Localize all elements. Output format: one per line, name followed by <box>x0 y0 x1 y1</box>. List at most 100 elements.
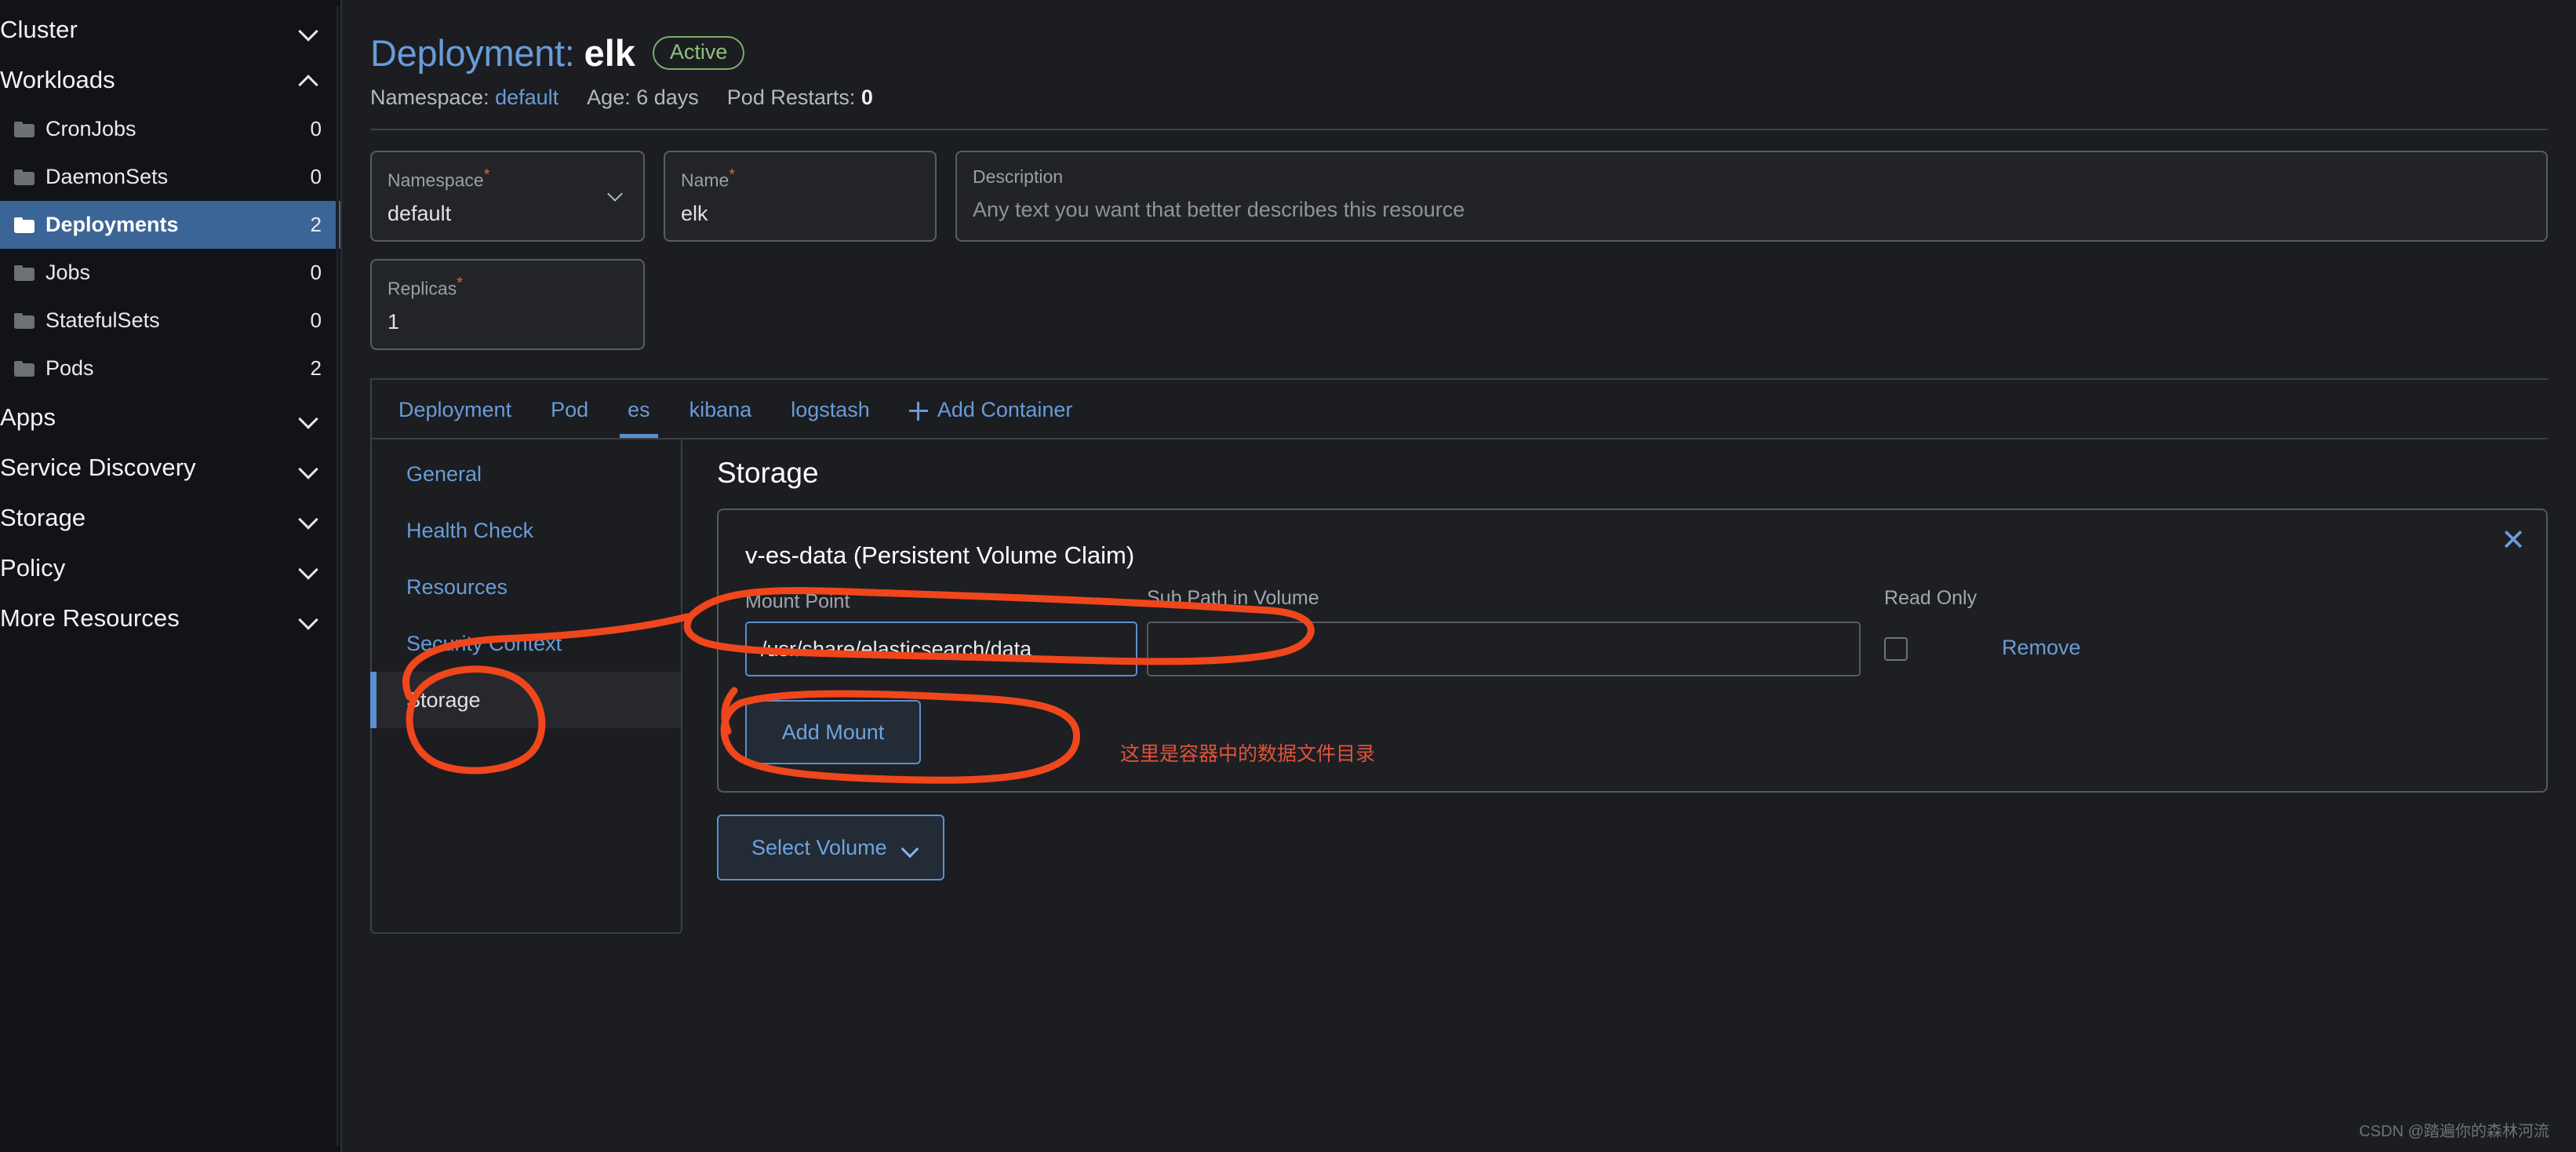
folder-icon <box>14 312 35 329</box>
description-field[interactable]: Description Any text you want that bette… <box>955 151 2548 242</box>
sidebar-item-label: CronJobs <box>45 117 136 140</box>
name-field-label: Name* <box>681 166 736 191</box>
tab-logstash[interactable]: logstash <box>791 398 870 438</box>
chevron-down-icon[interactable] <box>298 18 322 42</box>
sidebar-item-label: Deployments <box>45 213 179 236</box>
sidebar-group-label: Storage <box>0 504 86 531</box>
add-container-label: Add Container <box>937 398 1073 421</box>
sub-path-input[interactable] <box>1147 622 1861 676</box>
sidebar-group-label: Policy <box>0 554 66 581</box>
plus-icon <box>908 401 928 421</box>
sidebar-item-jobs[interactable]: Jobs 0 <box>0 249 340 297</box>
subnav-item-resources[interactable]: Resources <box>372 559 681 615</box>
tab-kibana[interactable]: kibana <box>689 398 752 438</box>
description-field-label: Description <box>973 166 1064 187</box>
sidebar-item-statefulsets[interactable]: StatefulSets 0 <box>0 297 340 345</box>
chevron-down-icon <box>904 843 919 854</box>
subnav-item-health-check[interactable]: Health Check <box>372 502 681 559</box>
container-subnav: General Health Check Resources Security … <box>370 439 682 934</box>
namespace-meta: Namespace: default <box>370 86 558 110</box>
sidebar-item-pods[interactable]: Pods 2 <box>0 345 340 392</box>
sub-path-label: Sub Path in Volume <box>1147 587 1319 609</box>
required-marker: * <box>483 166 490 184</box>
sidebar-item-count: 2 <box>310 356 322 380</box>
app-root: Cluster Workloads CronJobs 0 DaemonSets … <box>0 0 2576 1152</box>
select-volume-button[interactable]: Select Volume <box>717 815 944 880</box>
mount-point-label: Mount Point* <box>745 587 857 613</box>
description-field-placeholder: Any text you want that better describes … <box>973 198 1465 221</box>
chevron-up-icon[interactable] <box>298 68 322 92</box>
sidebar-item-label: StatefulSets <box>45 308 160 332</box>
sidebar-group-label: Cluster <box>0 16 78 43</box>
volume-card: ✕ v-es-data (Persistent Volume Claim) Mo… <box>717 509 2548 793</box>
namespace-select[interactable]: Namespace* default <box>370 151 645 242</box>
main-content: Deployment: elk Active Namespace: defaul… <box>342 0 2576 1152</box>
sidebar-item-count: 2 <box>310 213 322 236</box>
sidebar-group-apps[interactable]: Apps <box>0 392 340 443</box>
replicas-field[interactable]: Replicas* 1 <box>370 259 645 350</box>
required-marker: * <box>850 587 857 604</box>
tab-pod[interactable]: Pod <box>551 398 588 438</box>
chevron-down-icon[interactable] <box>298 406 322 429</box>
tab-es[interactable]: es <box>620 398 658 438</box>
sidebar-group-more-resources[interactable]: More Resources <box>0 593 340 643</box>
restarts-meta-label: Pod Restarts: <box>726 86 856 109</box>
resource-meta: Namespace: default Age: 6 days Pod Resta… <box>370 86 2548 110</box>
sidebar-item-deployments[interactable]: Deployments 2 <box>0 201 340 249</box>
sidebar-group-policy[interactable]: Policy <box>0 543 340 593</box>
name-field-value: elk <box>681 201 708 225</box>
subnav-item-storage[interactable]: Storage <box>370 672 681 728</box>
sidebar-group-cluster[interactable]: Cluster <box>0 5 340 55</box>
page-title-kind: Deployment: <box>370 32 575 74</box>
container-tabs: Deployment Pod es kibana logstash Add Co… <box>370 378 2548 439</box>
sidebar-item-daemonsets[interactable]: DaemonSets 0 <box>0 153 340 201</box>
sidebar-item-count: 0 <box>310 261 322 284</box>
namespace-meta-value[interactable]: default <box>495 86 558 109</box>
chevron-down-icon[interactable] <box>298 556 322 580</box>
remove-mount-link[interactable]: Remove <box>2002 636 2523 660</box>
sidebar-group-service-discovery[interactable]: Service Discovery <box>0 443 340 493</box>
tab-deployment[interactable]: Deployment <box>398 398 511 438</box>
chevron-down-icon[interactable] <box>298 506 322 530</box>
read-only-column: Read Only <box>1884 587 2002 661</box>
sidebar-group-workloads[interactable]: Workloads <box>0 55 340 105</box>
close-icon[interactable]: ✕ <box>2501 526 2526 556</box>
mount-grid: Mount Point* /usr/share/elasticsearch/da… <box>739 587 2523 676</box>
age-meta-value: 6 days <box>636 86 699 109</box>
folder-icon <box>14 360 35 377</box>
add-container-button[interactable]: Add Container <box>908 398 1073 438</box>
status-badge: Active <box>652 36 745 70</box>
read-only-checkbox[interactable] <box>1884 637 1908 661</box>
name-field[interactable]: Name* elk <box>664 151 937 242</box>
remove-column: Remove <box>2002 587 2523 660</box>
sidebar-group-storage[interactable]: Storage <box>0 493 340 543</box>
storage-panel-title: Storage <box>717 457 819 489</box>
chevron-down-icon[interactable] <box>609 188 626 199</box>
annotation-chinese-note: 这里是容器中的数据文件目录 <box>1120 743 1376 765</box>
sidebar-group-label: More Resources <box>0 604 180 632</box>
subnav-item-general[interactable]: General <box>372 446 681 502</box>
sidebar-item-count: 0 <box>310 165 322 188</box>
chevron-down-icon[interactable] <box>298 456 322 479</box>
replicas-field-value: 1 <box>387 309 400 334</box>
remove-spacer <box>2002 587 2523 622</box>
restarts-meta-value: 0 <box>860 86 873 109</box>
volume-name: v-es-data (Persistent Volume Claim) <box>745 541 1135 569</box>
sidebar-item-cronjobs[interactable]: CronJobs 0 <box>0 105 340 153</box>
required-marker: * <box>729 166 736 184</box>
sidebar-item-label: Pods <box>45 356 94 380</box>
mount-point-column: Mount Point* /usr/share/elasticsearch/da… <box>739 587 1147 676</box>
sidebar-scrollbar[interactable] <box>336 6 339 1146</box>
mount-point-input[interactable]: /usr/share/elasticsearch/data <box>745 622 1137 676</box>
namespace-field-value: default <box>387 201 452 225</box>
chevron-down-icon[interactable] <box>298 607 322 630</box>
sidebar: Cluster Workloads CronJobs 0 DaemonSets … <box>0 0 342 1152</box>
sidebar-group-label: Workloads <box>0 66 115 93</box>
add-mount-button[interactable]: Add Mount <box>745 700 921 764</box>
page-title-name: elk <box>584 32 635 74</box>
subnav-item-security-context[interactable]: Security Context <box>372 615 681 672</box>
folder-icon <box>14 264 35 281</box>
watermark: CSDN @踏遍你的森林河流 <box>2359 1123 2549 1140</box>
storage-panel: Storage ✕ v-es-data (Persistent Volume C… <box>682 439 2548 934</box>
sidebar-item-label: Jobs <box>45 261 91 284</box>
